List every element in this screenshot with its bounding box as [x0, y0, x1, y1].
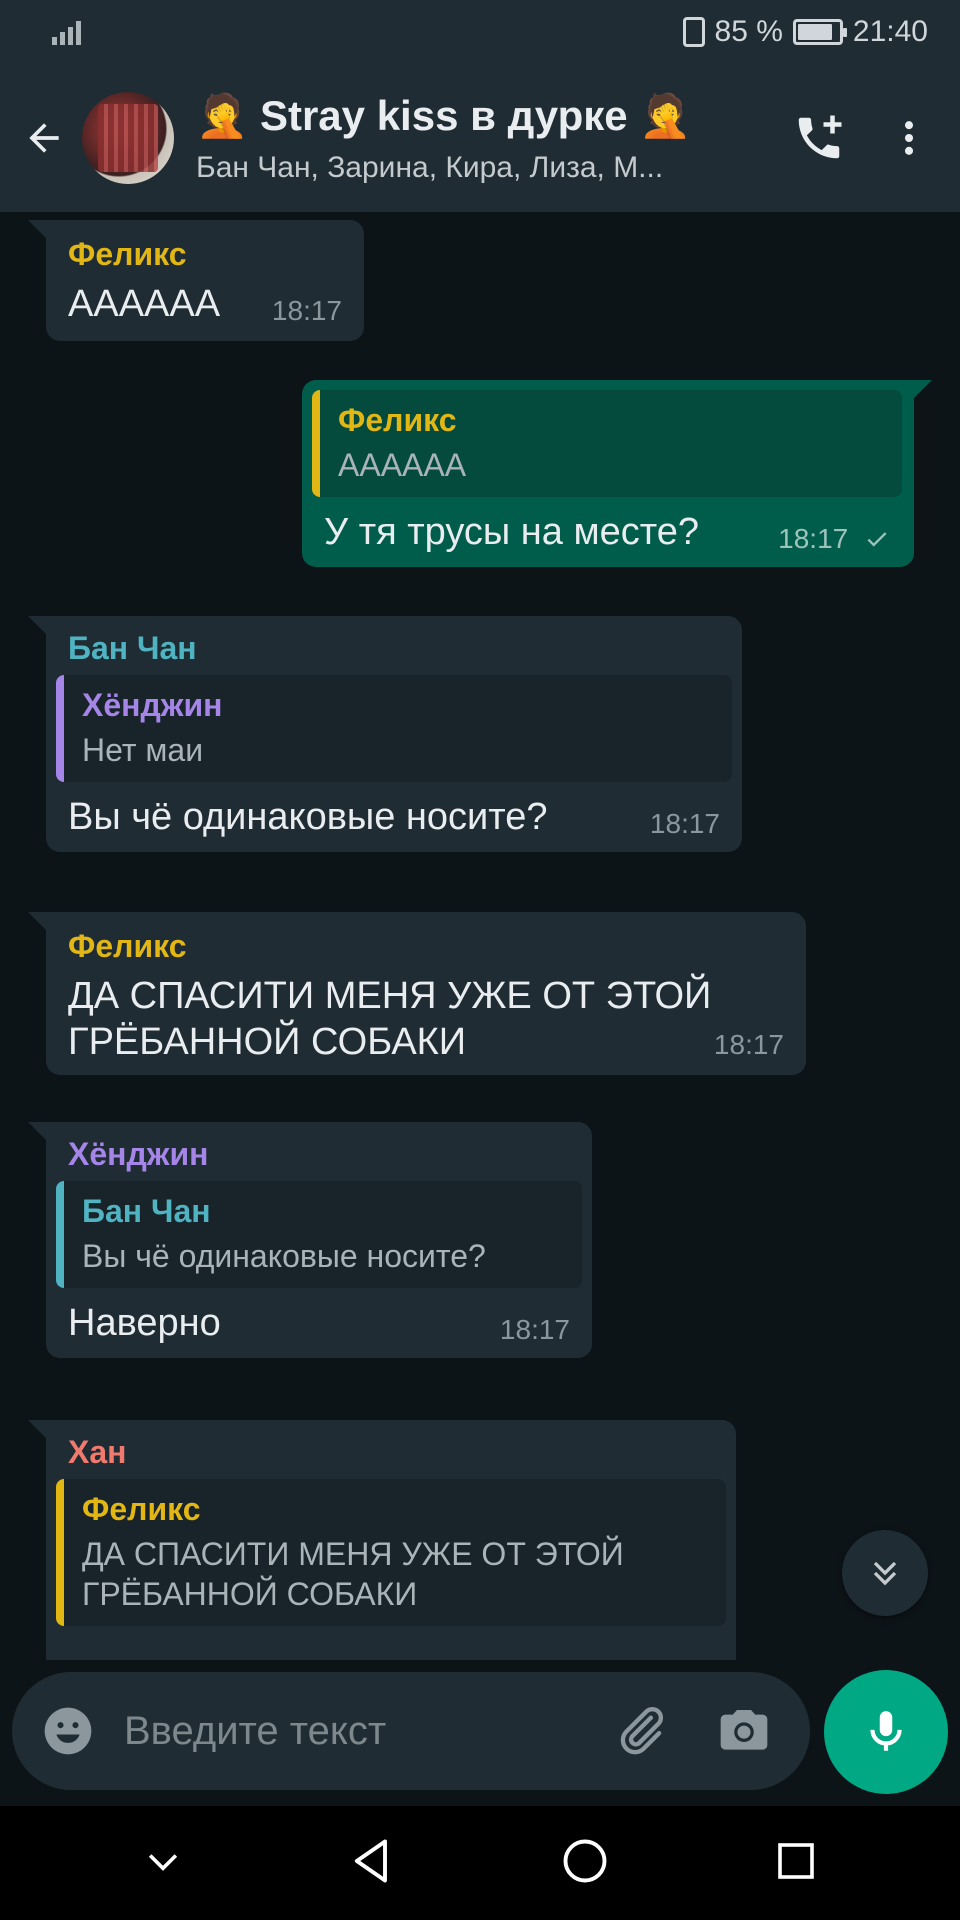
nav-recents-button[interactable] [772, 1837, 820, 1890]
message-text: Вы чё одинаковые носите? [68, 796, 548, 838]
message-bubble[interactable]: Феликс АААААА 18:17 [28, 220, 364, 341]
message-time: 18:17 [271, 295, 342, 326]
status-bar: 85 % 21:40 [0, 0, 960, 64]
chevron-down-icon [148, 1853, 177, 1871]
more-vertical-icon [904, 121, 914, 155]
message-time: 18:17 [778, 523, 892, 555]
quoted-text: ДА СПАСИТИ МЕНЯ УЖЕ ОТ ЭТОЙ ГРЁБАННОЙ СО… [82, 1536, 624, 1612]
nav-home-button[interactable] [559, 1835, 611, 1892]
quoted-sender: Феликс [82, 1491, 201, 1527]
quoted-sender: Бан Чан [82, 1193, 211, 1229]
emoji-icon [44, 1707, 92, 1755]
check-icon [867, 532, 887, 547]
quoted-text: АААААА [338, 447, 467, 483]
message-text: У тя трусы на месте? [324, 511, 699, 553]
message-time: 18:17 [713, 1029, 784, 1060]
scroll-down-icon [873, 1561, 897, 1586]
mic-icon [870, 1711, 902, 1751]
message-time: 18:17 [649, 808, 720, 839]
attach-icon [620, 1707, 664, 1755]
signal-icon [52, 19, 81, 45]
message-composer: Введите текст [12, 1672, 810, 1790]
quoted-message[interactable]: Феликс ДА СПАСИТИ МЕНЯ УЖЕ ОТ ЭТОЙ ГРЁБА… [56, 1479, 726, 1626]
message-list[interactable]: Феликс АААААА 18:17 Феликс АААААА У тя т… [0, 212, 960, 1660]
message-time: 18:17 [499, 1314, 570, 1345]
sender-name: Хёнджин [68, 1136, 209, 1172]
voice-message-button[interactable] [824, 1670, 948, 1794]
quoted-text: Вы чё одинаковые носите? [82, 1238, 486, 1274]
nav-back-button[interactable] [346, 1835, 398, 1892]
message-input[interactable]: Введите текст [124, 1709, 568, 1754]
scroll-to-bottom-button[interactable] [842, 1530, 928, 1616]
quoted-message[interactable]: Феликс АААААА [312, 390, 902, 497]
group-avatar[interactable] [82, 92, 174, 184]
sender-name: Хан [68, 1434, 127, 1470]
quoted-message[interactable]: Хёнджин Нет маи [56, 675, 732, 782]
back-arrow-icon [29, 123, 59, 153]
nav-back-icon [354, 1839, 387, 1882]
vibrate-icon [682, 17, 705, 47]
add-call-icon [798, 115, 842, 159]
quoted-text: Нет маи [82, 732, 204, 768]
sender-name: Феликс [68, 928, 187, 964]
add-call-button[interactable] [774, 64, 864, 212]
attach-button[interactable] [608, 1699, 672, 1763]
message-text: Наверно [68, 1302, 221, 1344]
message-bubble-outgoing[interactable]: Феликс АААААА У тя трусы на месте? 18:17 [302, 380, 932, 567]
quoted-message[interactable]: Бан Чан Вы чё одинаковые носите? [56, 1181, 582, 1288]
quoted-sender: Хёнджин [82, 687, 223, 723]
system-nav-bar [0, 1806, 960, 1920]
emoji-button[interactable] [36, 1699, 100, 1763]
back-button[interactable] [6, 64, 82, 212]
message-bubble[interactable]: Хёнджин Бан Чан Вы чё одинаковые носите?… [28, 1122, 592, 1358]
more-options-button[interactable] [864, 64, 954, 212]
sender-name: Бан Чан [68, 630, 197, 666]
chat-title: 🤦 Stray kiss в дурке 🤦 [196, 91, 692, 139]
camera-button[interactable] [712, 1699, 776, 1763]
camera-icon [720, 1710, 768, 1750]
message-bubble[interactable]: Бан Чан Хёнджин Нет маи Вы чё одинаковые… [28, 616, 742, 852]
message-text: АААААА [68, 283, 221, 325]
message-bubble[interactable]: Феликс ДА СПАСИТИ МЕНЯ УЖЕ ОТ ЭТОЙ ГРЁБА… [28, 912, 806, 1075]
battery-icon [792, 19, 847, 45]
chat-members: Бан Чан, Зарина, Кира, Лиза, М... [196, 150, 664, 184]
nav-home-icon [563, 1839, 606, 1882]
clock: 21:40 [852, 15, 928, 48]
battery-percent: 85 % [714, 15, 783, 48]
message-bubble[interactable]: Хан Феликс ДА СПАСИТИ МЕНЯ УЖЕ ОТ ЭТОЙ Г… [28, 1420, 736, 1660]
quoted-sender: Феликс [338, 402, 457, 438]
chat-header: 🤦 Stray kiss в дурке 🤦 Бан Чан, Зарина, … [0, 64, 960, 212]
chat-info[interactable]: 🤦 Stray kiss в дурке 🤦 Бан Чан, Зарина, … [196, 92, 774, 185]
sender-name: Феликс [68, 236, 187, 272]
nav-recents-icon [777, 1842, 814, 1879]
hide-keyboard-button[interactable] [141, 1839, 185, 1888]
